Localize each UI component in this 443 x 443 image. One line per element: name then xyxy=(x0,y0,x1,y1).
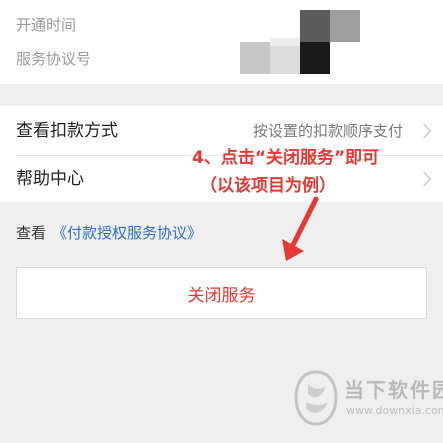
watermark-url: www.downxia.com xyxy=(346,404,443,417)
open-time-label: 开通时间 xyxy=(16,16,77,34)
service-info-card: 开通时间 服务协议号 xyxy=(0,0,443,84)
redacted-value-mosaic xyxy=(240,10,360,76)
help-center-label: 帮助中心 xyxy=(16,169,84,189)
agreement-prefix: 查看 xyxy=(16,224,47,242)
close-service-button[interactable]: 关闭服务 xyxy=(16,267,427,319)
site-watermark: 当下软件园 www.downxia.com xyxy=(292,370,443,426)
chevron-right-icon xyxy=(416,123,432,139)
agreement-link[interactable]: 《付款授权服务协议》 xyxy=(52,224,202,242)
watermark-title: 当下软件园 xyxy=(344,378,443,402)
close-service-label: 关闭服务 xyxy=(187,285,256,306)
annotation-note-text: （以该项目为例） xyxy=(200,176,336,196)
watermark-logo-icon xyxy=(294,370,338,426)
annotation-arrow-icon xyxy=(282,196,319,261)
agreement-number-label: 服务协议号 xyxy=(16,50,92,68)
payment-method-label: 查看扣款方式 xyxy=(16,121,118,141)
agreement-line: 查看 《付款授权服务协议》 xyxy=(16,222,202,243)
annotation-step-text: 4、点击“关闭服务”即可 xyxy=(192,148,380,168)
chevron-right-icon xyxy=(416,171,432,187)
